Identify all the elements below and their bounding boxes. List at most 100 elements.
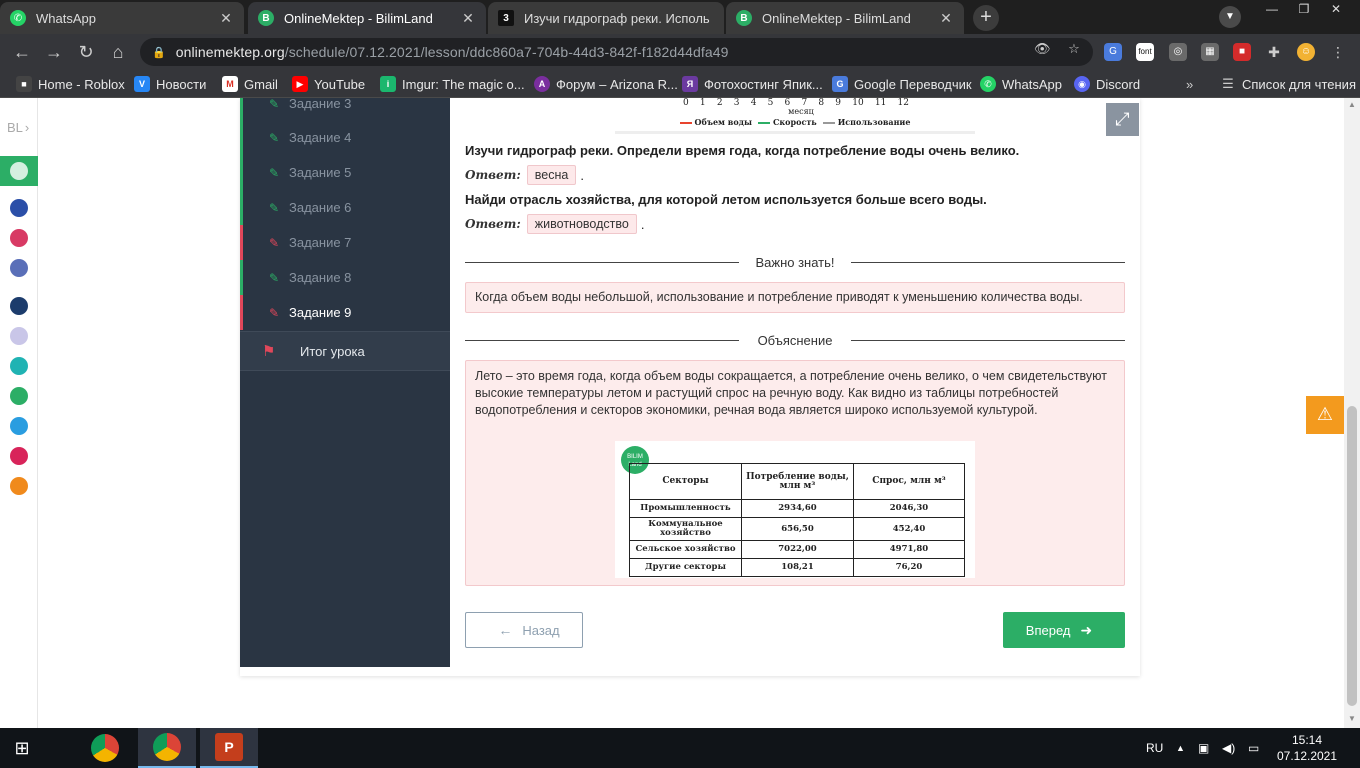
bookmark-youtube[interactable]: ▶ YouTube xyxy=(292,75,365,93)
bookmark-imgur[interactable]: i Imgur: The magic o... xyxy=(380,75,525,93)
volume-icon[interactable]: ◀) xyxy=(1222,728,1235,768)
network-icon[interactable]: ▣ xyxy=(1198,728,1209,768)
taskbar-clock[interactable]: 15:14 07.12.2021 xyxy=(1276,732,1338,764)
reload-icon[interactable]: ↻ xyxy=(74,40,98,64)
sidebar-item-task-5[interactable]: ✎ Задание 5 xyxy=(240,155,450,190)
fullscreen-icon[interactable]: ⤢ xyxy=(1106,103,1139,136)
explanation-text: Лето – это время года, когда объем воды … xyxy=(475,369,1107,417)
taskbar-chrome-active[interactable] xyxy=(138,728,196,768)
close-icon[interactable]: ✕ xyxy=(218,10,234,27)
puzzle-icon[interactable]: ✚ xyxy=(1265,43,1283,61)
bookmark-yapik[interactable]: Я Фотохостинг Япик... xyxy=(682,75,823,93)
more-bookmarks-icon[interactable]: » xyxy=(1186,75,1193,93)
tab-search-icon[interactable]: ▼ xyxy=(1219,6,1241,28)
tray-expand-icon[interactable]: ▲ xyxy=(1176,728,1185,768)
scrollbar-thumb[interactable] xyxy=(1347,406,1357,706)
address-bar[interactable]: 🔒 onlinemektep.org/schedule/07.12.2021/l… xyxy=(140,38,1093,66)
app-icon[interactable] xyxy=(10,417,28,435)
extension-icon[interactable]: ▦ xyxy=(1201,43,1219,61)
answer-field-1[interactable]: весна xyxy=(526,165,577,185)
tab-title: WhatsApp xyxy=(36,10,96,26)
scroll-down-icon[interactable]: ▼ xyxy=(1344,712,1360,726)
window-close-icon[interactable]: ✕ xyxy=(1320,0,1352,20)
tracking-off-icon[interactable]: 👁 xyxy=(1034,41,1051,57)
page-scrollbar[interactable]: ▲ ▼ xyxy=(1344,98,1360,728)
explanation-heading: Объяснение xyxy=(757,333,833,348)
taskbar-powerpoint[interactable]: P xyxy=(200,728,258,768)
app-icon[interactable] xyxy=(10,259,28,277)
font-extension-icon[interactable]: font xyxy=(1136,43,1154,61)
sidebar-item-task-9[interactable]: ✎ Задание 9 xyxy=(240,295,450,330)
tick-label: 10 xyxy=(852,98,864,108)
windows-start-icon[interactable]: ⊞ xyxy=(10,736,34,760)
bookmark-gmail[interactable]: M Gmail xyxy=(222,75,278,93)
water-sectors-table: Секторы Потребление воды, млн м³ Спрос, … xyxy=(629,463,965,577)
bookmark-translate[interactable]: G Google Переводчик xyxy=(832,75,972,93)
app-icon[interactable] xyxy=(10,387,28,405)
bookmark-discord[interactable]: ◉ Discord xyxy=(1074,75,1140,93)
tab-title: OnlineMektep - BilimLand xyxy=(284,10,433,26)
scroll-up-icon[interactable]: ▲ xyxy=(1344,98,1360,112)
sidebar-item-task-7[interactable]: ✎ Задание 7 xyxy=(240,225,450,260)
chevron-right-icon[interactable]: › xyxy=(25,120,29,135)
bookmark-whatsapp[interactable]: ✆ WhatsApp xyxy=(980,75,1062,93)
battery-icon[interactable]: ▭ xyxy=(1248,728,1259,768)
sidebar-item-task-6[interactable]: ✎ Задание 6 xyxy=(240,190,450,225)
edit-icon: ✎ xyxy=(269,305,280,320)
new-tab-button[interactable]: + xyxy=(973,5,999,31)
bookmark-star-icon[interactable]: ☆ xyxy=(1066,41,1082,57)
report-warning-icon[interactable]: ⚠ xyxy=(1306,396,1344,434)
tab-title: Изучи гидрограф реки. Исполь xyxy=(524,10,710,26)
back-icon[interactable]: ← xyxy=(10,40,34,64)
bookmarks-bar: ■ Home - Roblox V Новости M Gmail ▶ YouTube … xyxy=(0,70,1360,98)
sidebar-item-summary[interactable]: ⚑ Итог урока xyxy=(240,331,450,371)
gmail-icon: M xyxy=(222,76,238,92)
taskbar-chrome[interactable] xyxy=(76,728,134,768)
tab-lesson[interactable]: 3 Изучи гидрограф реки. Исполь xyxy=(488,2,724,34)
restore-icon[interactable]: ❐ xyxy=(1288,0,1320,20)
sidebar-item-task-8[interactable]: ✎ Задание 8 xyxy=(240,260,450,295)
answer-period: . xyxy=(580,167,584,183)
close-icon[interactable]: ✕ xyxy=(460,10,476,27)
important-heading: Важно знать! xyxy=(755,255,835,270)
answer-period: . xyxy=(640,216,645,232)
sidebar-item-task-4[interactable]: ✎ Задание 4 xyxy=(240,120,450,155)
tab-whatsapp[interactable]: ✆ WhatsApp ✕ xyxy=(0,2,244,34)
reading-list[interactable]: ☰ Список для чтения xyxy=(1220,75,1356,93)
forward-icon[interactable]: → xyxy=(42,40,66,64)
yapik-icon: Я xyxy=(682,76,698,92)
app-icon[interactable] xyxy=(10,357,28,375)
menu-icon[interactable]: ⋮ xyxy=(1329,43,1347,61)
bl-logo[interactable]: BL › xyxy=(5,120,29,135)
app-icon[interactable] xyxy=(10,199,28,217)
app-icon[interactable] xyxy=(10,477,28,495)
app-icon[interactable] xyxy=(10,297,28,315)
tab-onlinemektep-1[interactable]: B OnlineMektep - BilimLand ✕ xyxy=(248,2,486,34)
app-icon[interactable] xyxy=(10,327,28,345)
bookmark-arizona[interactable]: A Форум – Arizona R... xyxy=(534,75,678,93)
table-header: Секторы xyxy=(629,463,742,500)
close-icon[interactable]: ✕ xyxy=(938,10,954,27)
extension-icon[interactable]: ◎ xyxy=(1169,43,1187,61)
answer-field-2[interactable]: животноводство xyxy=(526,214,637,234)
bookmark-roblox[interactable]: ■ Home - Roblox xyxy=(16,75,125,93)
app-icon[interactable] xyxy=(10,229,28,247)
home-icon[interactable]: ⌂ xyxy=(106,40,130,64)
back-button[interactable]: ← Назад xyxy=(465,612,583,648)
bilimland-icon: B xyxy=(258,10,274,26)
bookmark-news[interactable]: V Новости xyxy=(134,75,206,93)
extension-icon[interactable]: ■ xyxy=(1233,43,1251,61)
minimize-icon[interactable]: — xyxy=(1256,0,1288,20)
language-indicator[interactable]: RU xyxy=(1146,728,1163,768)
translate-extension-icon[interactable]: G xyxy=(1104,43,1122,61)
tab-onlinemektep-2[interactable]: B OnlineMektep - BilimLand ✕ xyxy=(726,2,964,34)
hydrograph-legend: Объем воды Скорость Использование xyxy=(615,117,975,127)
arrow-right-icon: ➜ xyxy=(1080,621,1093,638)
next-button[interactable]: Вперед ➜ xyxy=(1003,612,1125,648)
sidebar-item-task-3[interactable]: ✎ Задание 3 xyxy=(240,98,450,121)
imgur-icon: i xyxy=(380,76,396,92)
app-icon[interactable] xyxy=(10,162,28,180)
browser-toolbar: ← → ↻ ⌂ 🔒 onlinemektep.org/schedule/07.1… xyxy=(0,34,1360,70)
avatar[interactable]: ☺ xyxy=(1297,43,1315,61)
app-icon[interactable] xyxy=(10,447,28,465)
